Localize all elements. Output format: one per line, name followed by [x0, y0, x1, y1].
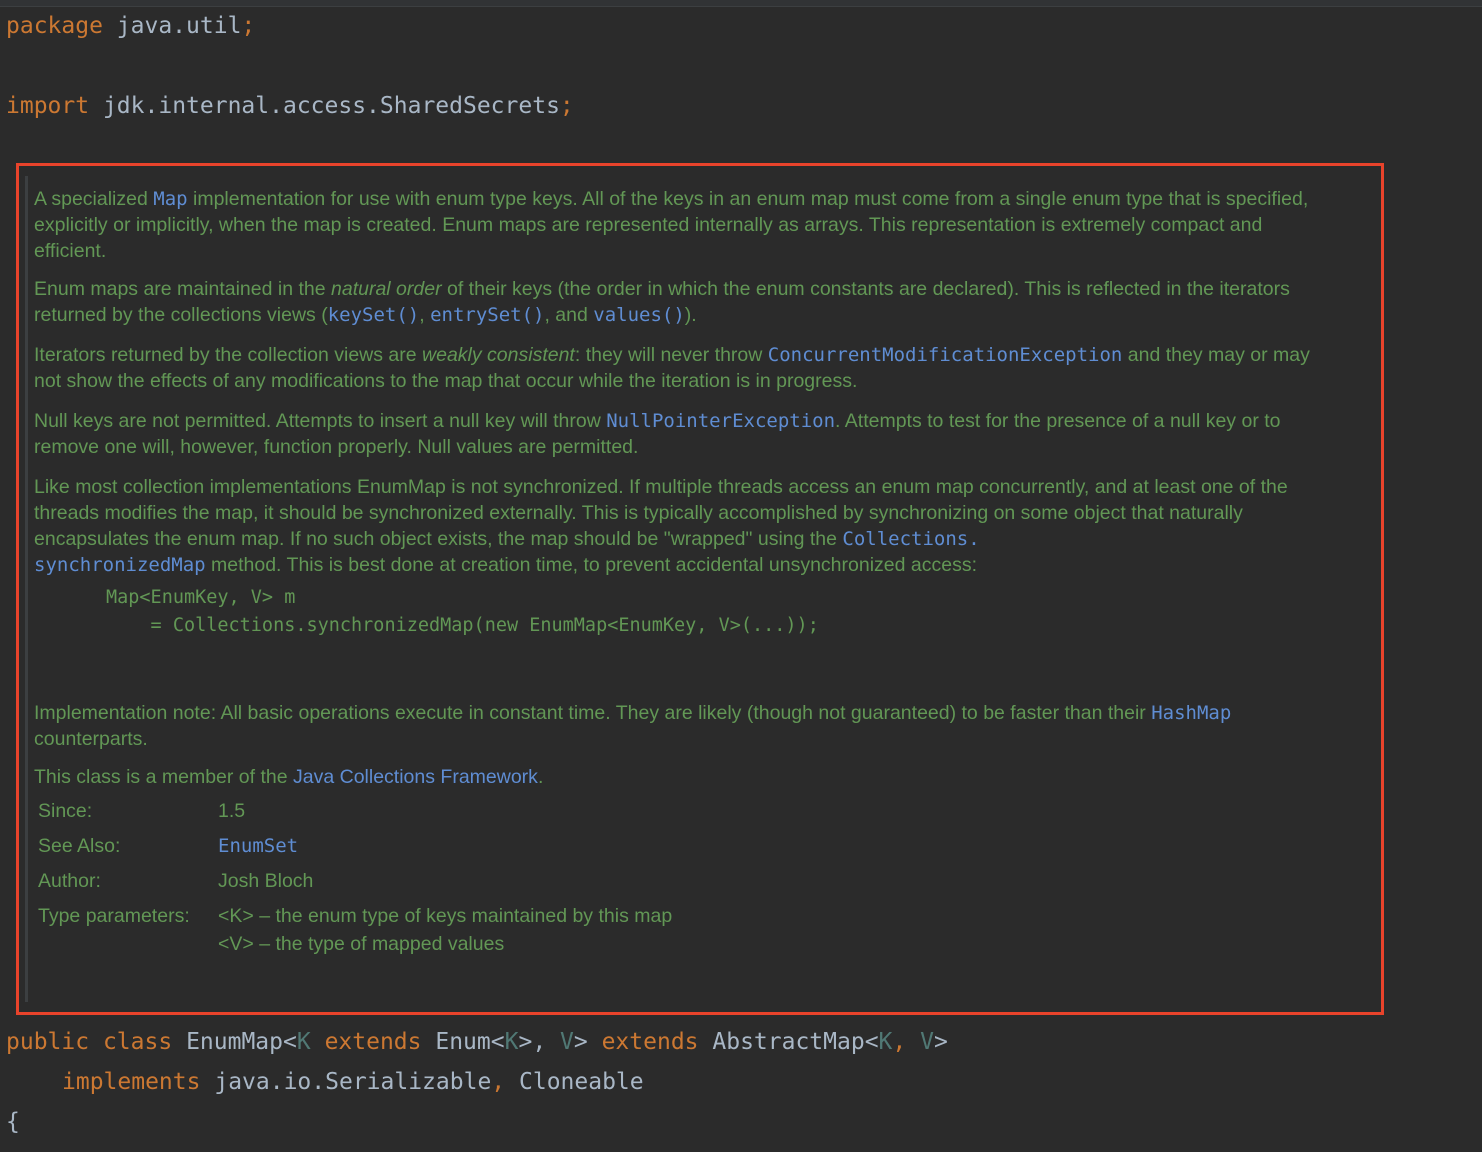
see-also-value: EnumSet	[218, 833, 1334, 859]
class-name: EnumMap<	[186, 1029, 297, 1055]
concurrent-modification-exception-link[interactable]: ConcurrentModificationException	[768, 344, 1123, 366]
doc-text: Enum maps are maintained in the	[34, 278, 331, 300]
code-snippet: Map<EnumKey, V> m = Collections.synchron…	[106, 587, 819, 636]
type-param-v: <V> – the type of mapped values	[218, 933, 505, 955]
cloneable-type: Cloneable	[519, 1069, 644, 1095]
doc-text: Like most collection implementations Enu…	[34, 476, 1288, 550]
hashmap-link[interactable]: HashMap	[1151, 702, 1231, 724]
doc-text: : they will never throw	[574, 344, 768, 366]
punctuation: >	[933, 1029, 948, 1055]
doc-paragraph: Implementation note: All basic operation…	[34, 700, 1334, 752]
type-param: K	[504, 1029, 519, 1055]
map-link[interactable]: Map	[153, 188, 187, 210]
extends-keyword: extends	[601, 1029, 699, 1055]
package-keyword: package	[6, 13, 103, 39]
public-keyword: public	[6, 1029, 90, 1055]
doc-text: ,	[419, 304, 431, 326]
type-param: V	[920, 1029, 934, 1055]
punctuation: ,	[491, 1069, 519, 1095]
doc-emphasis: natural order	[331, 278, 442, 300]
doc-text: counterparts.	[34, 728, 148, 750]
since-value: 1.5	[218, 800, 246, 822]
type-param: K	[296, 1029, 311, 1055]
class-declaration-line[interactable]: public class EnumMap<K extends Enum<K>, …	[6, 1027, 948, 1057]
doc-paragraph: Like most collection implementations Enu…	[34, 474, 1334, 578]
keyset-link[interactable]: keySet()	[328, 304, 420, 326]
collections-framework-link[interactable]: Java Collections Framework	[293, 766, 538, 788]
enumset-link[interactable]: EnumSet	[218, 835, 298, 857]
doc-paragraph: Iterators returned by the collection vie…	[34, 342, 1334, 394]
import-keyword: import	[6, 93, 90, 119]
doc-text: This class is a member of the	[34, 766, 294, 788]
type-param-k: <K> – the enum type of keys maintained b…	[218, 905, 673, 927]
doc-text: .	[537, 766, 544, 788]
import-name: jdk.internal.access.SharedSecrets	[102, 93, 560, 119]
open-brace-line[interactable]: {	[6, 1107, 20, 1137]
since-label: Since:	[38, 800, 93, 822]
doc-paragraph: A specialized Map implementation for use…	[34, 186, 1334, 264]
punctuation: >,	[518, 1029, 561, 1055]
package-line[interactable]: package java.util;	[6, 11, 255, 41]
doc-emphasis: weakly consistent	[422, 344, 575, 366]
serializable-type: java.io.Serializable	[214, 1069, 492, 1095]
enum-type: Enum<	[435, 1029, 505, 1055]
author-label: Author:	[38, 870, 101, 892]
extends-keyword: extends	[324, 1029, 422, 1055]
punctuation: ,	[892, 1029, 921, 1055]
type-param: K	[878, 1029, 893, 1055]
type-parameters-label: Type parameters:	[38, 905, 190, 927]
doc-paragraph: This class is a member of the Java Colle…	[34, 764, 1334, 790]
javadoc-gutter-bar	[25, 176, 28, 1002]
class-keyword: class	[102, 1029, 173, 1055]
see-also-label: See Also:	[38, 835, 121, 857]
implements-line[interactable]: implements java.io.Serializable, Cloneab…	[62, 1067, 644, 1097]
editor-top-edge	[0, 0, 1482, 7]
doc-paragraph: Null keys are not permitted. Attempts to…	[34, 408, 1334, 460]
open-brace: {	[6, 1109, 20, 1135]
doc-paragraph: Enum maps are maintained in the natural …	[34, 276, 1334, 328]
implements-keyword: implements	[62, 1069, 201, 1095]
punctuation: >	[573, 1029, 602, 1055]
type-param: V	[560, 1029, 574, 1055]
import-line[interactable]: import jdk.internal.access.SharedSecrets…	[6, 91, 574, 121]
doc-text: method. This is best done at creation ti…	[205, 554, 977, 576]
values-link[interactable]: values()	[593, 304, 685, 326]
abstract-map-type: AbstractMap<	[712, 1029, 879, 1055]
rendered-javadoc: A specialized Map implementation for use…	[34, 186, 1334, 957]
entryset-link[interactable]: entrySet()	[430, 304, 544, 326]
semicolon: ;	[241, 13, 256, 39]
author-value: Josh Bloch	[218, 870, 314, 892]
doc-text: , and	[544, 304, 594, 326]
type-parameters-value: <K> – the enum type of keys maintained b…	[218, 903, 1334, 957]
doc-text: A specialized	[34, 188, 154, 210]
rendered-javadoc-highlight[interactable]: A specialized Map implementation for use…	[16, 163, 1384, 1015]
doc-text: implementation for use with enum type ke…	[34, 188, 1309, 262]
doc-text: Implementation note: All basic operation…	[34, 702, 1152, 724]
javadoc-tags: Since: 1.5 See Also: EnumSet Author: Jos…	[38, 798, 1334, 957]
null-pointer-exception-link[interactable]: NullPointerException	[606, 410, 835, 432]
doc-text: ).	[684, 304, 697, 326]
doc-text: Iterators returned by the collection vie…	[34, 344, 423, 366]
package-name: java.util	[116, 13, 242, 39]
doc-text: Null keys are not permitted. Attempts to…	[34, 410, 607, 432]
semicolon: ;	[559, 93, 574, 119]
